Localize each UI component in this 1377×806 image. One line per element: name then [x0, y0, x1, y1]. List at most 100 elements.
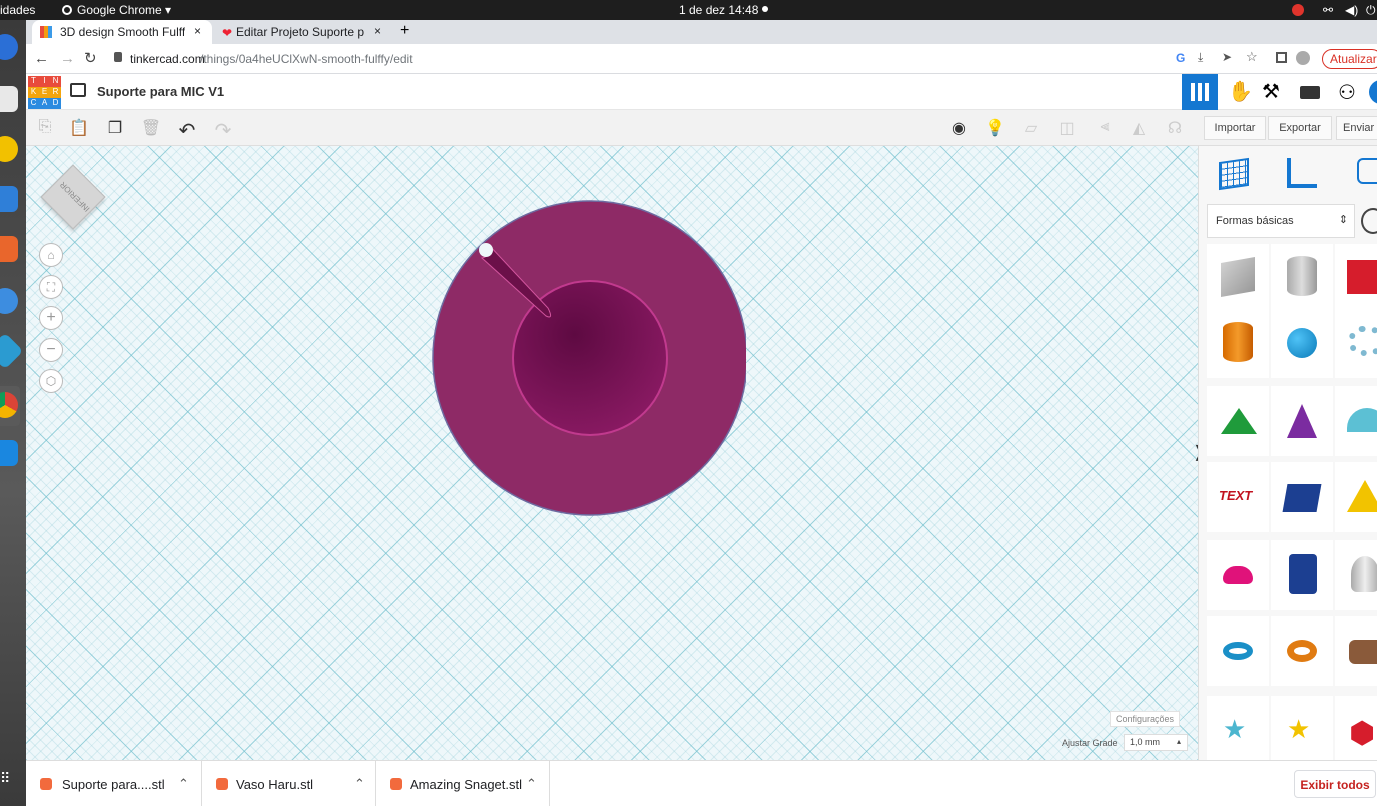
clock[interactable]: 1 de dez 14:48 [679, 3, 758, 17]
shape-hexagonal-prism[interactable] [1271, 540, 1333, 610]
import-button[interactable]: Importar [1204, 116, 1266, 140]
settings-link[interactable]: Configurações [1110, 711, 1181, 727]
shape-cylinder[interactable] [1271, 244, 1333, 314]
chevron-up-icon[interactable]: ⌃ [178, 776, 189, 792]
chevron-up-icon[interactable]: ⌃ [354, 776, 365, 792]
view-cube[interactable]: INFERIOR [40, 164, 106, 230]
shape-round-roof[interactable] [1335, 386, 1377, 456]
export-button[interactable]: Exportar [1268, 116, 1332, 140]
editor-icon[interactable] [0, 440, 18, 466]
url-path[interactable]: /things/0a4heUClXwN-smooth-fulffy/edit [200, 52, 413, 66]
shape-star-yellow[interactable]: ★ [1271, 696, 1333, 760]
paste-icon[interactable]: 📋 [68, 118, 90, 138]
shape-roof[interactable] [1207, 386, 1269, 456]
shape-paraboloid[interactable] [1335, 540, 1377, 610]
reload-icon[interactable]: ↻ [84, 49, 97, 67]
show-all-downloads-button[interactable]: Exibir todos [1294, 770, 1376, 798]
shape-tube[interactable] [1271, 616, 1333, 686]
project-title[interactable]: Suporte para MIC V1 [97, 84, 224, 99]
tab-editar[interactable]: ❤ Editar Projeto Suporte para MIC × [214, 20, 392, 44]
shape-text[interactable]: TEXT [1207, 462, 1269, 532]
menu-list-icon[interactable] [70, 83, 86, 97]
power-icon[interactable]: ⏻ [1366, 3, 1376, 18]
update-button[interactable]: Atualizar [1322, 49, 1377, 69]
shape-category-select[interactable]: Formas básicas ⇕ [1207, 204, 1355, 238]
tab-close-icon[interactable]: × [374, 24, 381, 38]
add-user-icon[interactable]: ⚇ [1338, 80, 1356, 105]
ruler-icon[interactable] [1287, 158, 1317, 188]
shape-cone[interactable] [1271, 386, 1333, 456]
tab-tinkercad[interactable]: 3D design Smooth Fulffy | Tinkercad × [32, 20, 212, 44]
app-icon[interactable] [0, 332, 24, 370]
side-panel-icon[interactable] [1276, 52, 1287, 63]
search-icon[interactable] [1361, 208, 1377, 234]
shape-scribble[interactable] [1335, 308, 1377, 378]
shape-box[interactable] [1207, 244, 1269, 314]
shape-half-sphere[interactable] [1207, 540, 1269, 610]
google-icon[interactable]: G [1176, 51, 1185, 65]
app-menu[interactable]: Google Chrome ▾ [77, 3, 171, 17]
zoom-out-icon[interactable]: − [39, 338, 63, 362]
tinkercad-logo[interactable]: T I N K E R C A D [28, 76, 61, 109]
help-icon[interactable] [0, 288, 18, 314]
shape-torus[interactable] [1207, 616, 1269, 686]
bookmark-star-icon[interactable]: ☆ [1246, 49, 1258, 65]
record-icon[interactable] [1292, 4, 1304, 16]
workplane-grid-icon[interactable] [1219, 157, 1249, 191]
shape-star[interactable]: ★ [1207, 696, 1269, 760]
download-item[interactable]: Amazing Snaget.stl ⌃ [376, 761, 550, 806]
light-bulb-icon[interactable]: 💡 [984, 118, 1006, 138]
url-domain[interactable]: tinkercad.com [130, 52, 205, 66]
duplicate-icon[interactable]: ❐ [104, 118, 126, 138]
shape-cylinder-orange[interactable] [1207, 308, 1269, 378]
tab-close-icon[interactable]: × [194, 24, 201, 38]
mic-holder-model[interactable] [426, 196, 746, 518]
thunderbird-icon[interactable] [0, 34, 18, 60]
perspective-icon[interactable]: ⬡ [39, 369, 63, 393]
align-icon[interactable]: ⫷ [1094, 118, 1116, 138]
tools-icon[interactable]: ⚒ [1262, 79, 1280, 104]
volume-icon[interactable]: ◀) [1345, 3, 1358, 17]
app-grid-icon[interactable]: ⠿ [0, 770, 10, 787]
fit-view-icon[interactable]: ⛶ [39, 275, 63, 299]
software-icon[interactable] [0, 236, 18, 262]
mirror-icon[interactable]: ◭ [1128, 118, 1150, 138]
rhythmbox-icon[interactable] [0, 136, 18, 162]
redo-icon[interactable]: ↷ [212, 118, 234, 142]
activities-button[interactable]: idades [0, 3, 35, 17]
writer-icon[interactable] [0, 186, 18, 212]
ungroup-icon[interactable]: ◫ [1056, 118, 1078, 138]
back-icon[interactable]: ← [34, 50, 49, 67]
brick-icon[interactable] [1300, 86, 1320, 99]
download-item[interactable]: Suporte para....stl ⌃ [26, 761, 202, 806]
download-item[interactable]: Vaso Haru.stl ⌃ [202, 761, 376, 806]
shape-box-red[interactable] [1335, 244, 1377, 314]
share-icon[interactable]: ➤ [1222, 50, 1232, 64]
profile-icon[interactable] [1296, 51, 1310, 65]
shape-sphere[interactable] [1271, 308, 1333, 378]
3d-design-view-button[interactable] [1182, 74, 1218, 110]
delete-icon[interactable]: 🗑 [140, 118, 162, 138]
notes-icon[interactable]: ◉ [948, 118, 970, 138]
forward-icon[interactable]: → [60, 50, 75, 67]
shape-wedge[interactable] [1335, 616, 1377, 686]
new-tab-button[interactable]: + [400, 22, 409, 40]
snap-grid-select[interactable]: 1,0 mm ▴ [1124, 734, 1188, 751]
group-icon[interactable]: ▱ [1020, 118, 1042, 138]
install-icon[interactable]: ⤓ [1198, 50, 1203, 65]
home-view-icon[interactable]: ⌂ [39, 243, 63, 267]
chevron-up-icon[interactable]: ⌃ [526, 776, 537, 792]
shape-pyramid[interactable] [1335, 462, 1377, 532]
zoom-in-icon[interactable]: + [39, 306, 63, 330]
copy-icon[interactable]: ⎘ [34, 118, 56, 138]
shape-icosahedron[interactable]: ⬢ [1335, 696, 1377, 760]
notes-panel-icon[interactable] [1357, 158, 1377, 184]
lesson-icon[interactable]: ✋ [1228, 79, 1253, 104]
lock-icon[interactable] [114, 52, 122, 62]
shape-polygon[interactable] [1271, 462, 1333, 532]
workplane[interactable]: INFERIOR ⌂ ⛶ + − ⬡ Configurações Ajustar… [26, 146, 1198, 760]
cruise-icon[interactable]: ☊ [1164, 118, 1186, 138]
network-icon[interactable]: ⚯ [1323, 3, 1333, 17]
files-icon[interactable] [0, 86, 18, 112]
send-to-button[interactable]: Enviar para [1336, 116, 1377, 140]
